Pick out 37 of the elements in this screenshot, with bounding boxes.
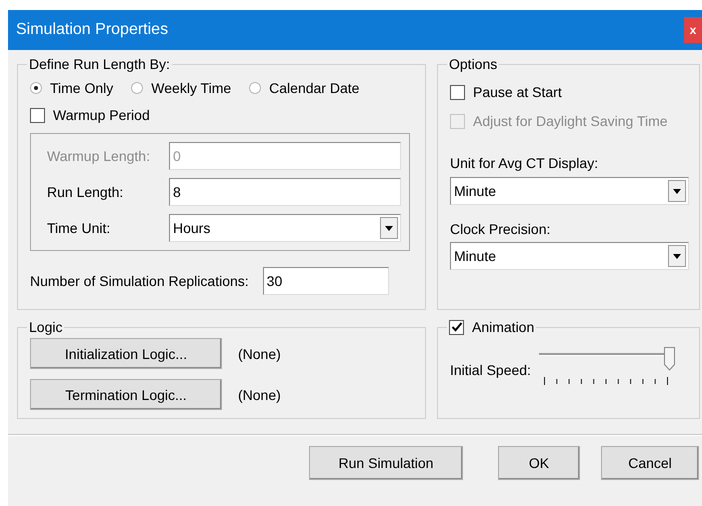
- dialog-button[interactable]: OK: [498, 446, 580, 480]
- field-label: Initial Speed:: [450, 362, 531, 378]
- group-title: Options: [448, 56, 498, 72]
- radio-button[interactable]: [131, 82, 144, 94]
- checkbox-label[interactable]: Pause at Start: [473, 84, 562, 100]
- field-label: Time Unit:: [47, 220, 112, 236]
- field-label: Unit for Avg CT Display:: [450, 155, 600, 171]
- checkbox-label[interactable]: Animation: [472, 319, 534, 335]
- radio-label[interactable]: Time Only: [50, 80, 114, 96]
- slider-thumb[interactable]: [664, 347, 675, 371]
- input-field[interactable]: 8: [169, 178, 401, 206]
- window-title: Simulation Properties: [15, 21, 168, 39]
- logic-value: (None): [238, 386, 282, 402]
- group-title: Logic: [28, 319, 64, 335]
- field-label: Run Length:: [47, 184, 124, 200]
- radio-label[interactable]: Calendar Date: [269, 80, 360, 96]
- radio-label[interactable]: Weekly Time: [151, 80, 232, 96]
- field-label: Clock Precision:: [450, 221, 552, 237]
- field-label: Number of Simulation Replications:: [30, 273, 249, 289]
- field-label: Warmup Length:: [47, 148, 151, 164]
- checkbox[interactable]: [450, 84, 465, 100]
- radio-button[interactable]: [30, 82, 42, 94]
- logic-button[interactable]: Termination Logic...: [30, 379, 222, 410]
- dialog-button[interactable]: Cancel: [601, 446, 699, 480]
- logic-value: (None): [238, 346, 282, 362]
- group-title: Define Run Length By:: [28, 56, 171, 72]
- dropdown[interactable]: Hours: [169, 214, 401, 242]
- close-button[interactable]: x: [684, 17, 702, 43]
- checkbox[interactable]: [449, 320, 464, 334]
- dropdown[interactable]: Minute: [450, 177, 689, 205]
- dialog-button[interactable]: Run Simulation: [309, 446, 463, 480]
- logic-button[interactable]: Initialization Logic...: [30, 338, 222, 369]
- checkbox-label[interactable]: Warmup Period: [53, 107, 150, 123]
- input-field[interactable]: 30: [262, 267, 389, 295]
- dropdown[interactable]: Minute: [450, 242, 689, 270]
- radio-button[interactable]: [249, 82, 262, 94]
- checkbox[interactable]: [30, 108, 45, 122]
